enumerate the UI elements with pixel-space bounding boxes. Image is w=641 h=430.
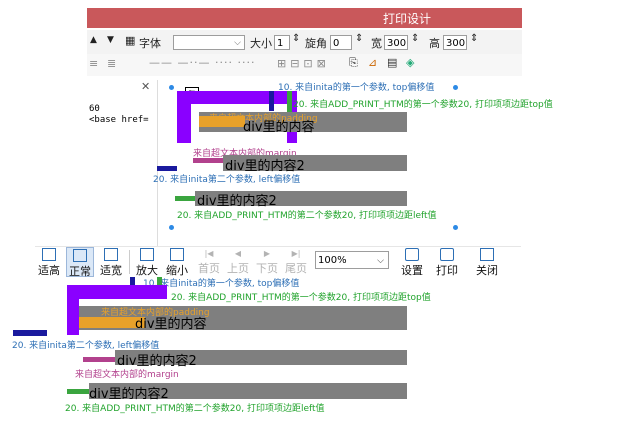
preview-page: 10. 来自inita的第一个参数, top偏移值 20. 来自ADD_PRIN…: [12, 277, 521, 430]
zoom-in-icon: [140, 248, 154, 261]
handle-bottom-left[interactable]: [169, 225, 174, 230]
align-right-icon[interactable]: ≣: [107, 57, 116, 70]
chart-icon[interactable]: ⊿: [368, 56, 377, 69]
format-toolbar: ▲ ▼ ▦ 字体 ⌵ 大小 1 ⇕ 旋角 0 ⇕ 宽 300 ⇕ 高 300 ⇕: [87, 30, 522, 55]
preview-label-add-print-top: 20. 来自ADD_PRINT_HTM的第一个参数20, 打印项项边距top值: [171, 293, 431, 303]
line-style-icon[interactable]: —— —··— ···· ····: [149, 56, 255, 69]
next-page-button[interactable]: ▶ 下页: [253, 247, 281, 277]
copy-icon[interactable]: ⎘: [349, 56, 358, 70]
settings-button[interactable]: 设置: [397, 247, 427, 277]
fit-width-button[interactable]: 适宽: [97, 247, 125, 277]
div-content-text-3: div里的内容2: [197, 194, 277, 209]
height-input[interactable]: 300: [443, 35, 467, 50]
add-print-top-marker: [287, 91, 292, 113]
app-title: 打印设计: [383, 12, 432, 26]
width-spinner-icon[interactable]: ⇕: [411, 33, 419, 44]
move-down-icon[interactable]: ▼: [107, 35, 114, 45]
handle-top-left[interactable]: [169, 85, 174, 90]
chevron-down-icon: ⌵: [377, 256, 384, 266]
zoom-in-button[interactable]: 放大: [133, 247, 161, 277]
handle-bottom-right[interactable]: [453, 225, 458, 230]
prev-page-icon: ◀: [234, 249, 242, 258]
label-left-offset: 20. 来自inita第二个参数, left偏移值: [153, 175, 301, 185]
margin-marker: [193, 158, 223, 163]
layers-icon[interactable]: ◈: [406, 56, 414, 69]
left-offset-marker: [157, 166, 177, 171]
preview-label-add-print-left: 20. 来自ADD_PRINT_HTM的第二个参数20, 打印项项边距left值: [65, 404, 325, 414]
fit-height-button[interactable]: 适高: [35, 247, 63, 277]
code-pane: ✕ 60 <base href=: [87, 80, 158, 246]
preview-div-content-text-1: div里的内容: [135, 317, 207, 332]
handle-top-right[interactable]: [453, 85, 458, 90]
first-page-icon: |◀: [204, 249, 214, 258]
preview-margin-marker: [83, 357, 117, 362]
divider: [129, 250, 130, 274]
height-label: 高: [429, 37, 440, 50]
code-line-1: 60: [89, 104, 100, 114]
alignment-toolbar: ≡ ≣ —— —··— ···· ···· ⊞⊟⊡⊠ ⎘ ⊿ ▤ ◈: [87, 54, 522, 76]
rotate-label: 旋角: [305, 37, 327, 50]
preview-left-offset-marker: [13, 330, 47, 336]
fit-height-icon: [42, 248, 56, 261]
label-top-offset: 10. 来自inita的第一个参数, top偏移值: [278, 83, 435, 93]
preview-add-print-left-marker: [67, 389, 91, 394]
printer-icon: [440, 248, 454, 261]
width-input[interactable]: 300: [384, 35, 408, 50]
size-label: 大小: [250, 37, 272, 50]
add-print-left-marker: [175, 196, 197, 201]
table-icon[interactable]: ▤: [387, 56, 397, 69]
zoom-out-button[interactable]: 缩小: [163, 247, 191, 277]
printer-settings-icon: [405, 248, 419, 261]
last-page-button[interactable]: ▶| 尾页: [282, 247, 310, 277]
width-label: 宽: [371, 37, 382, 50]
zoom-select[interactable]: 100% ⌵: [315, 251, 389, 269]
close-icon[interactable]: ✕: [141, 80, 150, 93]
close-button[interactable]: 关闭: [471, 247, 503, 277]
design-canvas[interactable]: ☛ 10. 来自inita的第一个参数, top偏移值 20. 来自ADD_PR…: [153, 80, 553, 246]
label-add-print-left: 20. 来自ADD_PRINT_HTM的第二个参数20, 打印项项边距left值: [177, 211, 437, 221]
exit-icon: [480, 248, 494, 261]
move-up-icon[interactable]: ▲: [90, 35, 97, 45]
normal-button[interactable]: 正常: [66, 247, 94, 278]
size-input[interactable]: 1: [274, 35, 290, 50]
font-label: 字体: [139, 37, 161, 50]
align-left-icon[interactable]: ≡: [89, 57, 98, 70]
code-line-2: <base href=: [89, 115, 149, 125]
div-content-text-1: div里的内容: [243, 120, 315, 135]
height-spinner-icon[interactable]: ⇕: [470, 33, 478, 44]
title-bar: 打印设计: [87, 8, 522, 28]
last-page-icon: ▶|: [291, 249, 301, 258]
next-page-icon: ▶: [263, 249, 271, 258]
preview-label-margin: 来自超文本内部的margin: [75, 370, 179, 380]
preview-toolbar: 适高 正常 适宽 放大 缩小 |◀ 首页 ◀ 上页 ▶ 下页 ▶| 尾页 100% ⌵ 设…: [35, 246, 521, 278]
normal-icon: [73, 249, 87, 262]
fit-width-icon: [104, 248, 118, 261]
grid-icon[interactable]: ▦: [125, 34, 135, 47]
prev-page-button[interactable]: ◀ 上页: [224, 247, 252, 277]
layout-icons[interactable]: ⊞⊟⊡⊠: [277, 57, 330, 70]
font-select[interactable]: ⌵: [173, 35, 245, 50]
label-add-print-top: 20. 来自ADD_PRINT_HTM的第一个参数20, 打印项项边距top值: [293, 100, 553, 110]
top-offset-marker: [269, 91, 274, 111]
size-spinner-icon[interactable]: ⇕: [292, 33, 300, 44]
zoom-out-icon: [170, 248, 184, 261]
rotate-input[interactable]: 0: [330, 35, 352, 50]
first-page-button[interactable]: |◀ 首页: [195, 247, 223, 277]
preview-div-content-text-3: div里的内容2: [89, 387, 169, 402]
rotate-spinner-icon[interactable]: ⇕: [355, 33, 363, 44]
print-button[interactable]: 打印: [432, 247, 462, 277]
